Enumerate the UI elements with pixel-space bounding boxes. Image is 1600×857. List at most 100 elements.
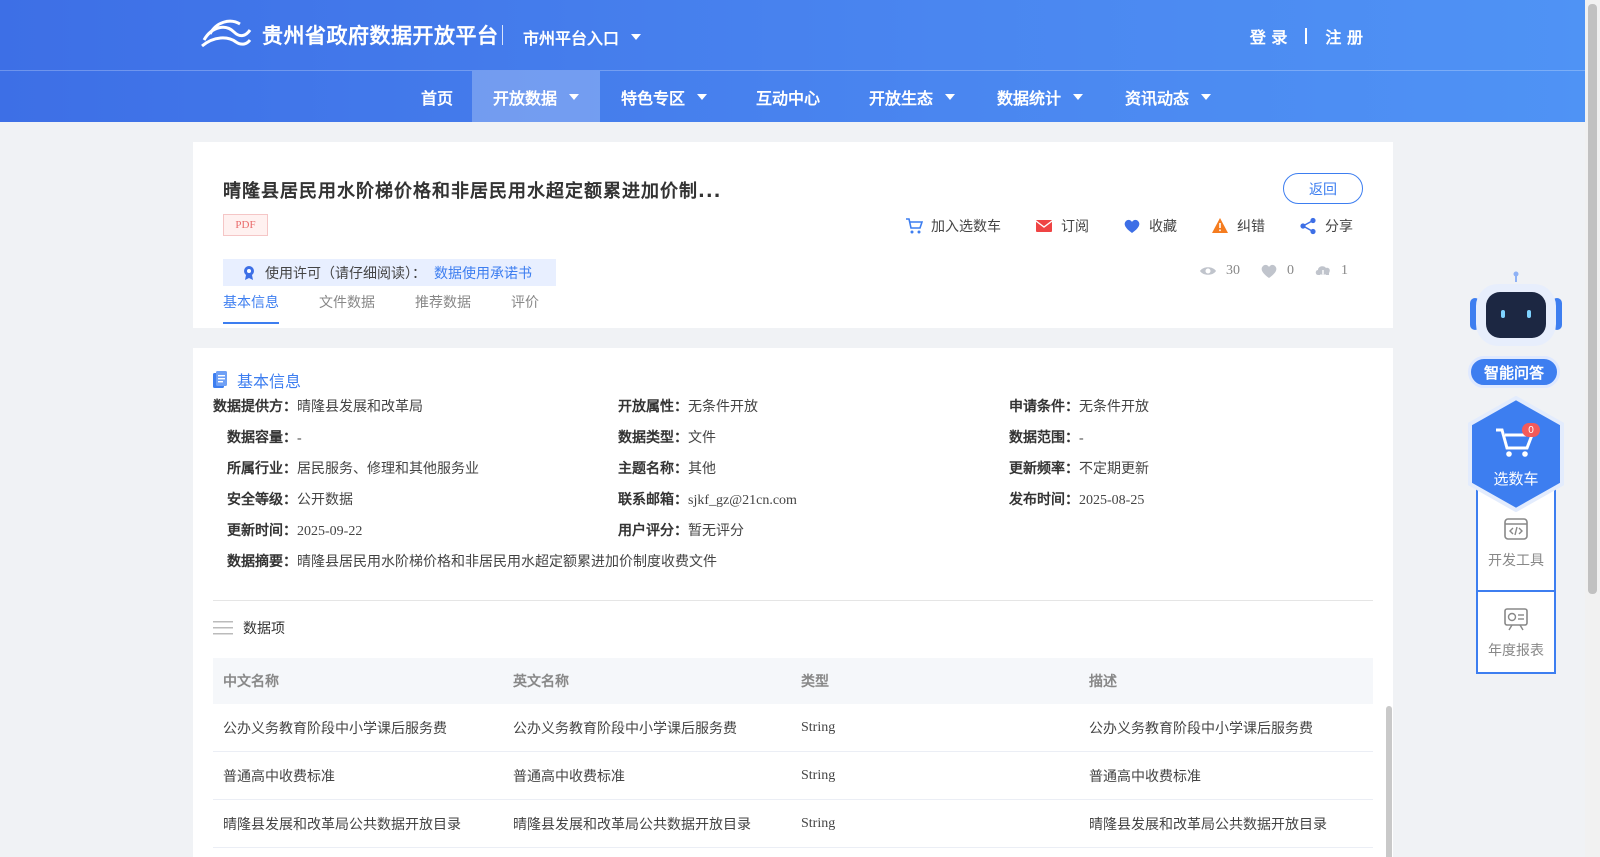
data-items-title: 数据项: [243, 621, 285, 637]
city-platform-label: 市州平台入口: [523, 29, 620, 48]
field-key: 开放属性：: [618, 399, 688, 415]
nav-open-data[interactable]: 开放数据: [472, 71, 600, 122]
cart-icon: [906, 218, 923, 234]
register-link[interactable]: 注 册: [1325, 24, 1363, 48]
share-button[interactable]: 分享: [1299, 216, 1353, 236]
annual-report-button[interactable]: 年度报表: [1478, 592, 1554, 674]
field-key: 更新时间：: [227, 523, 297, 539]
action-label: 分享: [1325, 219, 1353, 235]
smart-qa-button[interactable]: 智能问答: [1468, 356, 1560, 388]
platform-logo-icon[interactable]: [200, 18, 252, 52]
field-key: 用户评分：: [618, 523, 688, 539]
column-header[interactable]: 类型: [801, 671, 829, 691]
nav-label: 首页: [420, 88, 453, 108]
field-security: 安全等级：公开数据: [227, 489, 353, 509]
field-key: 更新频率：: [1009, 461, 1079, 477]
dataset-title: 晴隆县居民用水阶梯价格和非居民用水超定额累进加价制...: [223, 181, 722, 202]
field-key: 所属行业：: [227, 461, 297, 477]
heart-icon: [1124, 219, 1140, 233]
column-header[interactable]: 英文名称: [513, 671, 569, 691]
nav-label: 数据统计: [996, 88, 1061, 108]
favorite-button[interactable]: 收藏: [1123, 216, 1177, 236]
downloads-count: 1: [1341, 263, 1348, 278]
field-provider: 数据提供方：晴隆县发展和改革局: [213, 396, 423, 416]
add-to-cart-button[interactable]: 加入选数车: [905, 216, 1001, 236]
table-cell: 晴隆县发展和改革局公共数据开放目录: [223, 816, 461, 833]
basic-info-heading: 基本信息: [213, 368, 301, 392]
mail-icon: [1035, 220, 1053, 232]
field-key: 申请条件：: [1009, 399, 1079, 415]
field-key: 主题名称：: [618, 461, 688, 477]
table-cell: 普通高中收费标准: [223, 768, 335, 785]
table-cell: String: [801, 767, 836, 783]
data-items-heading: 数据项: [213, 618, 285, 638]
site-title[interactable]: 贵州省政府数据开放平台: [262, 20, 499, 50]
tab-recommended[interactable]: 推荐数据: [415, 292, 471, 324]
badge-icon: [244, 265, 254, 280]
field-summary: 数据摘要：晴隆县居民用水阶梯价格和非居民用水超定额累进加价制度收费文件: [227, 551, 717, 571]
column-header[interactable]: 中文名称: [223, 671, 279, 691]
field-frequency: 更新频率：不定期更新: [1009, 458, 1149, 478]
scrollbar-thumb[interactable]: [1588, 4, 1597, 594]
city-platform-dropdown[interactable]: 市州平台入口: [523, 25, 642, 49]
login-link[interactable]: 登 录: [1250, 24, 1288, 48]
robot-assistant-icon[interactable]: [1468, 270, 1564, 346]
nav-interaction[interactable]: 互动中心: [728, 71, 848, 122]
nav-special-zone[interactable]: 特色专区: [600, 71, 728, 122]
dataset-stats: 30 0 1: [1199, 262, 1360, 280]
action-label: 纠错: [1237, 219, 1265, 235]
format-badge: PDF: [223, 214, 268, 236]
field-rating: 用户评分：暂无评分: [618, 520, 744, 540]
cloud-download-icon: [1315, 266, 1330, 278]
main-nav: 首页 开放数据 特色专区 互动中心 开放生态 数据统计 资讯动态: [0, 71, 1585, 122]
report-error-button[interactable]: 纠错: [1211, 216, 1265, 236]
table-cell: 公办义务教育阶段中小学课后服务费: [1089, 720, 1313, 737]
list-icon: [213, 621, 233, 635]
nav-ecosystem[interactable]: 开放生态: [848, 71, 976, 122]
field-value: -: [297, 431, 302, 446]
chevron-down-icon: [1201, 93, 1211, 100]
table-cell: 普通高中收费标准: [1089, 768, 1201, 785]
nav-statistics[interactable]: 数据统计: [976, 71, 1104, 122]
report-icon: [1504, 608, 1528, 631]
table-scrollbar[interactable]: [1386, 706, 1392, 857]
tab-reviews[interactable]: 评价: [511, 292, 539, 324]
dataset-tabs: 基本信息 文件数据 推荐数据 评价: [223, 292, 539, 324]
table-cell: 晴隆县发展和改革局公共数据开放目录: [1089, 816, 1327, 833]
section-divider: [213, 600, 1373, 601]
table-cell: 公办义务教育阶段中小学课后服务费: [513, 720, 737, 737]
field-data-type: 数据类型：文件: [618, 427, 716, 447]
code-icon: [1504, 518, 1528, 540]
nav-label: 开放数据: [492, 88, 557, 108]
tab-file-data[interactable]: 文件数据: [319, 292, 375, 324]
likes-stat: 0: [1260, 262, 1294, 280]
field-key: 数据摘要：: [227, 554, 297, 570]
field-theme: 主题名称：其他: [618, 458, 716, 478]
data-cart-button[interactable]: [1466, 396, 1566, 512]
back-button[interactable]: 返回: [1283, 173, 1363, 204]
document-icon: [213, 371, 227, 388]
subscribe-button[interactable]: 订阅: [1035, 216, 1089, 236]
table-row: 普通高中收费标准 普通高中收费标准 String 普通高中收费标准: [213, 752, 1373, 800]
field-key: 数据类型：: [618, 430, 688, 446]
field-value: 不定期更新: [1079, 462, 1149, 477]
likes-count: 0: [1287, 263, 1294, 278]
chevron-down-icon: [631, 34, 642, 40]
chevron-down-icon: [697, 93, 707, 100]
license-label: 使用许可（请仔细阅读）：: [265, 265, 426, 282]
page-scrollbar[interactable]: [1585, 0, 1600, 857]
site-header: 贵州省政府数据开放平台 市州平台入口 登 录 注 册 首页 开放数据 特色专区 …: [0, 0, 1585, 122]
nav-label: 互动中心: [755, 88, 820, 108]
dev-tools-label: 开发工具: [1488, 553, 1544, 569]
field-industry: 所属行业：居民服务、修理和其他服务业: [227, 458, 479, 478]
warning-icon: [1212, 218, 1228, 233]
column-header[interactable]: 描述: [1089, 671, 1117, 691]
license-link[interactable]: 数据使用承诺书: [434, 263, 532, 283]
dev-tools-button[interactable]: 开发工具: [1478, 502, 1554, 584]
tab-basic-info[interactable]: 基本信息: [223, 292, 279, 324]
field-key: 数据范围：: [1009, 430, 1079, 446]
nav-label: 特色专区: [620, 88, 685, 108]
field-key: 安全等级：: [227, 492, 297, 508]
action-label: 订阅: [1061, 219, 1089, 235]
nav-news[interactable]: 资讯动态: [1104, 71, 1232, 122]
